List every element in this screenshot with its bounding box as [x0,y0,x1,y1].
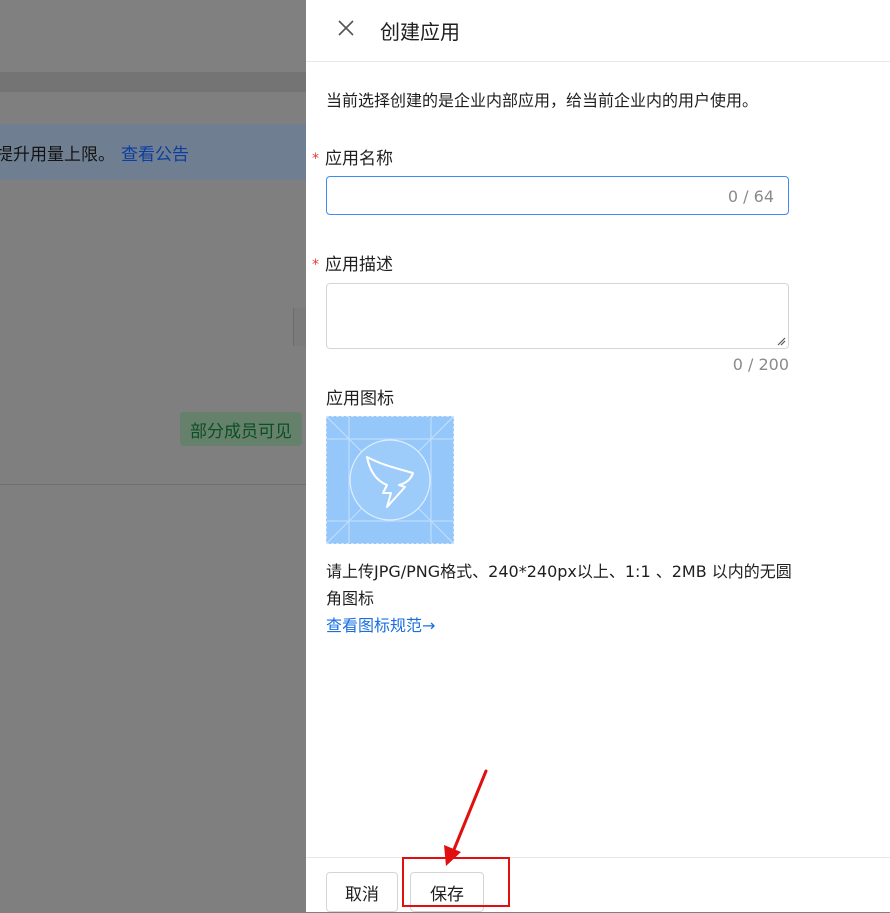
drawer-footer: 取消 保存 [306,857,890,913]
drawer-title: 创建应用 [380,20,460,44]
background-topbar [0,0,306,72]
background-divider [0,484,306,485]
app-description-counter: 0 / 200 [732,355,789,374]
app-icon-upload[interactable] [326,416,454,544]
background-strip [0,72,306,92]
app-description-label-text: 应用描述 [325,255,393,275]
background-notice: 提升用量上限。 查看公告 [0,124,306,180]
app-name-label: * 应用名称 [312,144,393,169]
app-name-counter: 0 / 64 [727,187,774,206]
required-mark: * [312,257,319,273]
icon-hint-text: 请上传JPG/PNG格式、240*240px以上、1:1 、2MB 以内的无圆角… [326,562,792,608]
create-app-drawer: 创建应用 当前选择创建的是企业内部应用，给当前企业内的用户使用。 * 应用名称 0… [306,0,890,912]
icon-guideline-link[interactable]: 查看图标规范→ [326,612,435,636]
required-mark: * [312,151,319,167]
visibility-badge: 部分成员可见 [180,412,302,446]
app-name-label-text: 应用名称 [325,149,393,169]
close-icon[interactable] [334,16,358,40]
cancel-button[interactable]: 取消 [326,872,398,912]
app-description-input[interactable] [327,284,787,350]
app-description-field[interactable] [326,283,789,350]
notice-link[interactable]: 查看公告 [121,140,189,165]
annotation-highlight-box [402,857,510,907]
notice-text: 提升用量上限。 [0,144,115,165]
dingtalk-logo-icon [326,416,454,544]
background-control-edge [293,308,307,346]
drawer-header: 创建应用 [306,0,890,62]
intro-text: 当前选择创建的是企业内部应用，给当前企业内的用户使用。 [326,91,759,110]
resize-handle-icon[interactable] [776,336,786,346]
app-description-label: * 应用描述 [312,250,393,275]
app-name-field[interactable]: 0 / 64 [326,176,789,215]
app-name-input[interactable] [327,177,727,214]
background-page: 提升用量上限。 查看公告 部分成员可见 [0,0,307,912]
app-icon-label: 应用图标 [326,389,394,409]
